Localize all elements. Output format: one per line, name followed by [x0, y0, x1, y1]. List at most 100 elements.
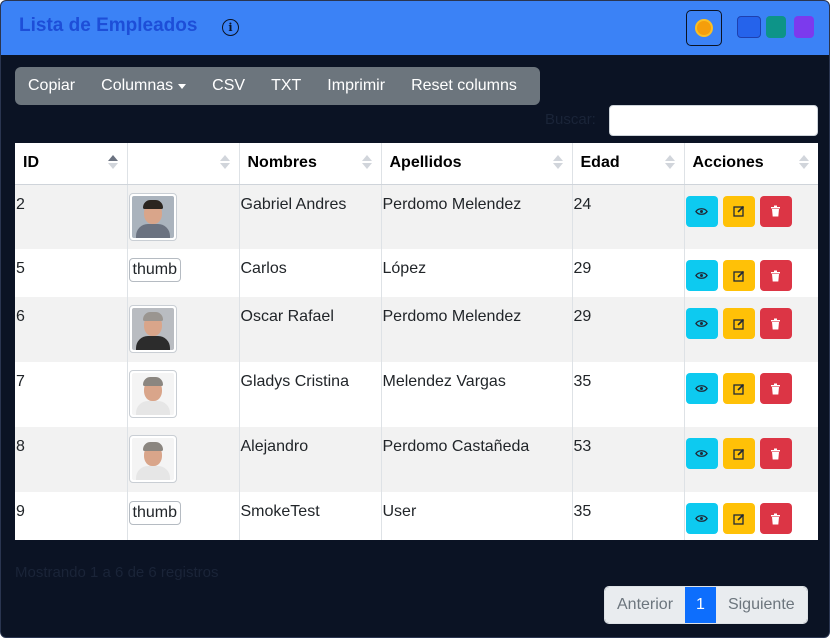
trash-icon — [770, 318, 781, 330]
delete-button[interactable] — [759, 260, 792, 291]
view-button[interactable] — [685, 195, 718, 227]
table-row[interactable]: 7 Gladys Cristina Melendez Vargas 35 — [15, 362, 818, 427]
cell-surnames: Perdomo Melendez — [381, 184, 573, 249]
previous-page-button[interactable]: Anterior — [605, 587, 686, 623]
cell-id: 8 — [15, 427, 128, 492]
columns-button[interactable]: Columnas — [88, 67, 199, 105]
next-page-button[interactable]: Siguiente — [715, 587, 807, 623]
cell-photo: thumb — [127, 492, 240, 540]
search-input[interactable] — [609, 105, 818, 136]
cell-age: 35 — [572, 492, 685, 540]
pencil-square-icon — [732, 318, 745, 330]
view-button[interactable] — [685, 373, 718, 404]
pencil-square-icon — [732, 513, 745, 525]
txt-button[interactable]: TXT — [258, 67, 314, 105]
column-header-photo[interactable] — [127, 143, 240, 185]
txt-label: TXT — [271, 77, 302, 94]
eye-icon — [695, 207, 708, 216]
column-header-actions[interactable]: Acciones — [684, 143, 818, 185]
column-header-surnames[interactable]: Apellidos — [381, 143, 573, 185]
header-label: Apellidos — [389, 154, 462, 172]
delete-button[interactable] — [759, 438, 792, 469]
cell-age: 35 — [572, 362, 685, 427]
cell-age: 24 — [572, 184, 685, 249]
sort-icon — [552, 155, 563, 171]
cell-surnames: López — [381, 249, 573, 297]
delete-button[interactable] — [759, 503, 792, 534]
view-button[interactable] — [685, 308, 718, 339]
view-button[interactable] — [685, 503, 718, 534]
cell-id: 6 — [15, 297, 128, 362]
blue-theme-swatch[interactable] — [737, 16, 761, 38]
trash-icon — [770, 513, 781, 525]
edit-button[interactable] — [722, 260, 755, 291]
cell-actions — [684, 427, 818, 492]
app-window: Lista de Empleados i Copiar Columnas CSV… — [0, 0, 830, 638]
sort-icon — [107, 155, 118, 171]
info-icon[interactable]: i — [222, 19, 239, 36]
cell-actions — [684, 492, 818, 540]
employee-photo — [128, 192, 177, 241]
cell-id: 7 — [15, 362, 128, 427]
delete-button[interactable] — [759, 195, 792, 227]
edit-button[interactable] — [722, 195, 755, 227]
delete-button[interactable] — [759, 308, 792, 339]
page-1-button[interactable]: 1 — [685, 587, 716, 623]
sort-icon — [361, 155, 372, 171]
employee-photo — [128, 435, 177, 483]
cell-surnames: Perdomo Castañeda — [381, 427, 573, 492]
cell-id: 9 — [15, 492, 128, 540]
employee-photo — [128, 305, 177, 353]
cell-surnames: User — [381, 492, 573, 540]
cell-photo: thumb — [127, 249, 240, 297]
cell-names: Oscar Rafael — [239, 297, 382, 362]
eye-icon — [695, 514, 708, 523]
edit-button[interactable] — [722, 438, 755, 469]
reset-columns-button[interactable]: Reset columns — [398, 67, 530, 105]
csv-button[interactable]: CSV — [199, 67, 258, 105]
copy-label: Copiar — [28, 77, 76, 94]
header-bar: Lista de Empleados i — [1, 1, 829, 55]
table-row[interactable]: 9 thumb SmokeTest User 35 — [15, 492, 818, 540]
header-label: Acciones — [692, 154, 764, 172]
purple-theme-swatch[interactable] — [794, 16, 814, 38]
edit-button[interactable] — [722, 373, 755, 404]
pencil-square-icon — [732, 205, 745, 217]
sort-icon — [799, 155, 809, 171]
sort-icon — [664, 155, 675, 171]
print-button[interactable]: Imprimir — [314, 67, 398, 105]
cell-photo — [127, 184, 240, 249]
table-row[interactable]: 8 Alejandro Perdomo Castañeda 53 — [15, 427, 818, 492]
cell-age: 53 — [572, 427, 685, 492]
view-button[interactable] — [685, 260, 718, 291]
header-label: ID — [23, 154, 39, 172]
copy-button[interactable]: Copiar — [15, 67, 88, 105]
cell-id: 5 — [15, 249, 128, 297]
view-button[interactable] — [685, 438, 718, 469]
column-header-names[interactable]: Nombres — [239, 143, 382, 185]
eye-icon — [695, 271, 708, 280]
page-title: Lista de Empleados — [19, 15, 198, 36]
column-header-id[interactable]: ID — [15, 143, 128, 185]
table-row[interactable]: 2 Gabriel Andres Perdomo Melendez 24 — [15, 184, 818, 249]
cell-photo — [127, 297, 240, 362]
table-row[interactable]: 5 thumb Carlos López 29 — [15, 249, 818, 297]
cell-actions — [684, 184, 818, 249]
table-info: Mostrando 1 a 6 de 6 registros — [15, 564, 219, 581]
pagination: Anterior 1 Siguiente — [604, 586, 808, 624]
cell-names: Carlos — [239, 249, 382, 297]
cell-actions — [684, 297, 818, 362]
column-header-age[interactable]: Edad — [572, 143, 685, 185]
cell-actions — [684, 249, 818, 297]
edit-button[interactable] — [722, 308, 755, 339]
print-label: Imprimir — [327, 77, 386, 94]
cell-names: Gladys Cristina — [239, 362, 382, 427]
theme-toggle-button[interactable] — [686, 10, 722, 46]
edit-button[interactable] — [722, 503, 755, 534]
delete-button[interactable] — [759, 373, 792, 404]
caret-down-icon — [178, 83, 187, 89]
pencil-square-icon — [732, 270, 745, 282]
cell-surnames: Melendez Vargas — [381, 362, 573, 427]
table-row[interactable]: 6 Oscar Rafael Perdomo Melendez 29 — [15, 297, 818, 362]
teal-theme-swatch[interactable] — [766, 16, 786, 38]
